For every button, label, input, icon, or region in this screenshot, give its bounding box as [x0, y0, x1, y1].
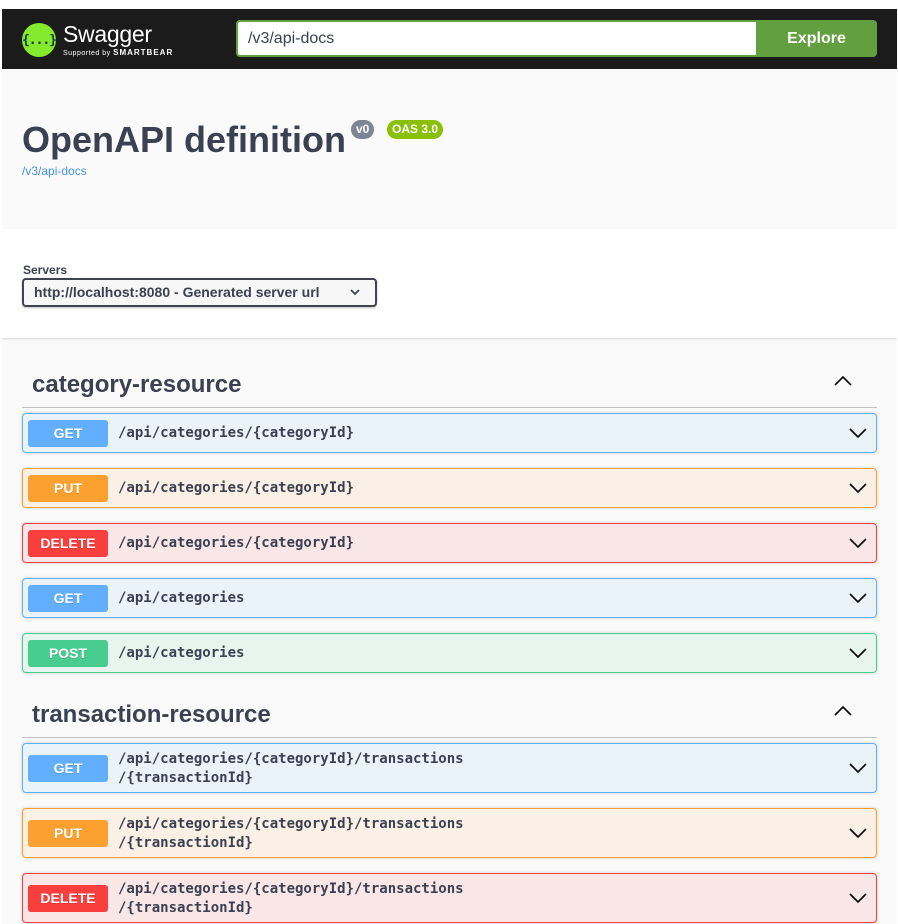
chevron-up-icon[interactable]	[833, 705, 853, 717]
operation-path: /api/categories/{categoryId}	[118, 425, 355, 441]
operation-path: /api/categories/{categoryId}	[118, 480, 355, 496]
method-badge: GET	[28, 755, 108, 782]
method-badge: GET	[28, 585, 108, 612]
operation-delete-transaction[interactable]: DELETE /api/categories/{categoryId}/tran…	[22, 873, 877, 923]
operation-path: /api/categories	[118, 645, 245, 661]
chevron-up-icon[interactable]	[833, 375, 853, 387]
tag-title: category-resource	[32, 371, 242, 398]
chevron-down-icon[interactable]	[848, 537, 868, 549]
chevron-down-icon[interactable]	[848, 892, 868, 904]
operation-delete-category[interactable]: DELETE /api/categories/{categoryId}	[22, 523, 877, 563]
logo-name: Swagger	[63, 21, 152, 47]
method-badge: GET	[28, 420, 108, 447]
swagger-logo-icon: {...}	[22, 23, 57, 57]
logo-subtitle: Supported by SMARTBEAR	[63, 48, 174, 58]
spec-link[interactable]: /v3/api-docs	[22, 164, 87, 178]
servers-label: Servers	[23, 263, 68, 277]
operation-put-transaction[interactable]: PUT /api/categories/{categoryId}/transac…	[22, 808, 877, 858]
operation-get-transaction[interactable]: GET /api/categories/{categoryId}/transac…	[22, 743, 877, 793]
method-badge: DELETE	[28, 885, 108, 912]
swagger-ui: {...} Swagger Supported by SMARTBEAR Exp…	[2, 9, 897, 924]
swagger-logo[interactable]: {...} Swagger Supported by SMARTBEAR	[22, 20, 173, 60]
chevron-down-icon[interactable]	[848, 482, 868, 494]
chevron-down-icon[interactable]	[848, 827, 868, 839]
method-badge: POST	[28, 640, 108, 667]
tag-title: transaction-resource	[32, 701, 271, 728]
operation-path: /api/categories/{categoryId}	[118, 535, 355, 551]
method-badge: DELETE	[28, 530, 108, 557]
chevron-down-icon	[350, 289, 360, 296]
method-badge: PUT	[28, 475, 108, 502]
oas-badge: OAS 3.0	[387, 120, 444, 139]
chevron-down-icon[interactable]	[848, 647, 868, 659]
top-bar: {...} Swagger Supported by SMARTBEAR Exp…	[2, 9, 897, 69]
operation-put-category[interactable]: PUT /api/categories/{categoryId}	[22, 468, 877, 508]
servers-section: Servers http://localhost:8080 - Generate…	[2, 229, 897, 338]
tag-category-resource[interactable]: category-resource	[22, 353, 877, 408]
operation-path: /api/categories/{categoryId}/transaction…	[118, 816, 464, 851]
spec-url-input[interactable]	[236, 20, 756, 57]
chevron-down-icon[interactable]	[848, 762, 868, 774]
operation-path: /api/categories	[118, 590, 245, 606]
servers-select[interactable]: http://localhost:8080 - Generated server…	[22, 278, 377, 307]
chevron-down-icon[interactable]	[848, 592, 868, 604]
page-title: OpenAPI definition	[22, 119, 346, 160]
operation-path: /api/categories/{categoryId}/transaction…	[118, 751, 464, 786]
method-badge: PUT	[28, 820, 108, 847]
chevron-down-icon[interactable]	[848, 427, 868, 439]
tag-transaction-resource[interactable]: transaction-resource	[22, 683, 877, 738]
operation-get-categories[interactable]: GET /api/categories	[22, 578, 877, 618]
version-badge: v0	[351, 120, 375, 139]
info-section: OpenAPI definition v0 OAS 3.0 /v3/api-do…	[2, 69, 897, 229]
operation-post-categories[interactable]: POST /api/categories	[22, 633, 877, 673]
explore-button[interactable]: Explore	[756, 20, 877, 57]
operation-path: /api/categories/{categoryId}/transaction…	[118, 881, 464, 916]
servers-selected-value: http://localhost:8080 - Generated server…	[34, 284, 320, 300]
operation-get-category[interactable]: GET /api/categories/{categoryId}	[22, 413, 877, 453]
